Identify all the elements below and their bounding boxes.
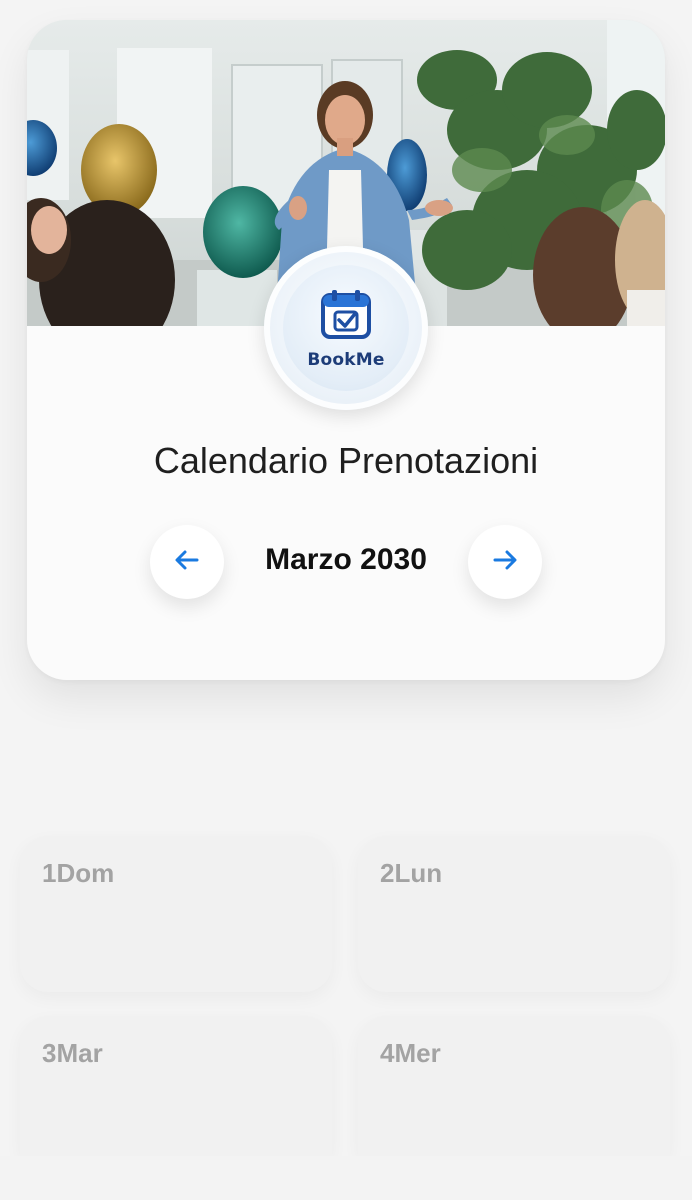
day-card[interactable]: 2Lun	[358, 836, 670, 992]
day-label: 1Dom	[42, 858, 115, 888]
bottom-edge	[0, 1156, 692, 1200]
page-title: Calendario Prenotazioni	[153, 440, 539, 481]
day-label: 4Mer	[380, 1038, 441, 1068]
day-label: 3Mar	[42, 1038, 103, 1068]
day-label: 2Lun	[380, 858, 443, 888]
calendar-check-icon	[319, 287, 373, 346]
logo-badge: BookMe	[283, 265, 409, 391]
day-card[interactable]: 3Mar	[20, 1016, 332, 1156]
month-label: Marzo 2030	[265, 543, 427, 576]
day-card[interactable]: 1Dom	[20, 836, 332, 992]
page: BookMe Calendario Prenotazioni Marzo 203…	[0, 0, 692, 1200]
day-card[interactable]: 4Mer	[358, 1016, 670, 1156]
calendar-header-card: BookMe Calendario Prenotazioni Marzo 203…	[27, 20, 665, 680]
logo-text: BookMe	[307, 349, 385, 370]
arrow-right-icon	[491, 546, 519, 579]
bookme-logo: BookMe	[264, 246, 428, 410]
next-month-button[interactable]	[468, 525, 542, 599]
